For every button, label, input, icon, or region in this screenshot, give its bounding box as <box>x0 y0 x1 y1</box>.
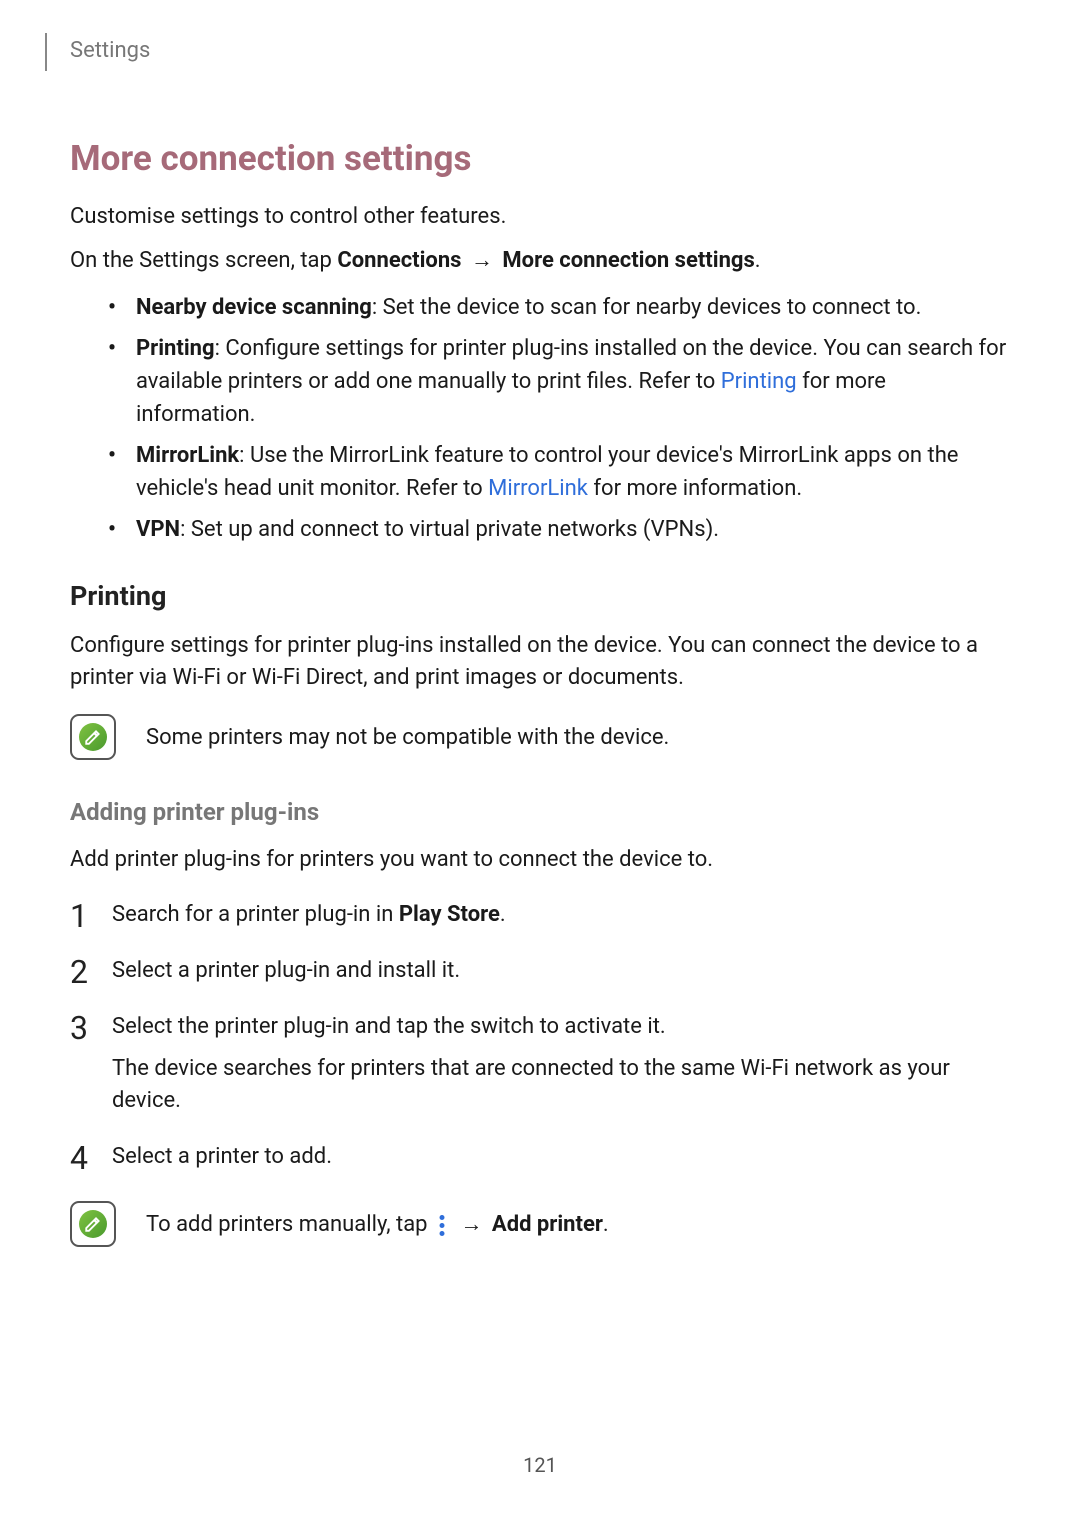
plugin-description: Add printer plug-ins for printers you wa… <box>70 844 1010 876</box>
list-item: Nearby device scanning: Set the device t… <box>108 291 1010 324</box>
step-bold: Play Store <box>399 902 500 927</box>
feature-label: Printing <box>136 336 215 361</box>
feature-list: Nearby device scanning: Set the device t… <box>108 291 1010 546</box>
breadcrumb: Settings <box>70 38 150 63</box>
note-text: Some printers may not be compatible with… <box>146 714 669 754</box>
feature-text: : Set the device to scan for nearby devi… <box>372 295 922 320</box>
step-sub-text: The device searches for printers that ar… <box>112 1053 1010 1117</box>
note-icon <box>70 714 116 760</box>
step-text: Select the printer plug-in and tap the s… <box>112 1014 666 1039</box>
list-item: VPN: Set up and connect to virtual priva… <box>108 513 1010 546</box>
printing-description: Configure settings for printer plug-ins … <box>70 630 1010 694</box>
list-item: MirrorLink: Use the MirrorLink feature t… <box>108 439 1010 505</box>
nav-item-connections: Connections <box>337 248 461 273</box>
arrow-icon: → <box>467 248 497 273</box>
section-title: More connection settings <box>70 138 1010 179</box>
add-printer-label: Add printer <box>492 1212 603 1237</box>
nav-item-more-connection: More connection settings <box>502 248 754 273</box>
page-number: 121 <box>0 1453 1080 1477</box>
arrow-icon: → <box>456 1212 486 1237</box>
note-block: Some printers may not be compatible with… <box>70 714 1010 760</box>
feature-label: MirrorLink <box>136 443 239 468</box>
link-printing[interactable]: Printing <box>721 369 797 394</box>
link-mirrorlink[interactable]: MirrorLink <box>488 476 588 501</box>
step-text: . <box>500 902 506 927</box>
printing-heading: Printing <box>70 580 1010 612</box>
intro-paragraph: Customise settings to control other feat… <box>70 201 1010 233</box>
feature-text: for more information. <box>588 476 802 501</box>
nav-suffix: . <box>755 248 761 273</box>
step-item: Select a printer to add. <box>70 1141 1010 1173</box>
step-item: Search for a printer plug-in in Play Sto… <box>70 899 1010 931</box>
note-icon <box>70 1201 116 1247</box>
navigation-instruction: On the Settings screen, tap Connections … <box>70 245 1010 277</box>
header-divider <box>45 33 47 71</box>
note-suffix: . <box>603 1212 609 1237</box>
nav-prefix: On the Settings screen, tap <box>70 248 337 273</box>
note-text: To add printers manually, tap → Add prin… <box>146 1201 609 1241</box>
feature-label: Nearby device scanning <box>136 295 372 320</box>
pencil-icon <box>79 723 107 751</box>
feature-label: VPN <box>136 517 180 542</box>
step-item: Select a printer plug-in and install it. <box>70 955 1010 987</box>
step-item: Select the printer plug-in and tap the s… <box>70 1011 1010 1117</box>
list-item: Printing: Configure settings for printer… <box>108 332 1010 431</box>
pencil-icon <box>79 1210 107 1238</box>
note-prefix: To add printers manually, tap <box>146 1212 433 1237</box>
steps-list: Search for a printer plug-in in Play Sto… <box>70 899 1010 1172</box>
step-text: Search for a printer plug-in in <box>112 902 399 927</box>
more-options-icon <box>435 1214 449 1236</box>
step-text: Select a printer plug-in and install it. <box>112 958 460 983</box>
plugin-heading: Adding printer plug-ins <box>70 798 1010 826</box>
step-text: Select a printer to add. <box>112 1144 332 1169</box>
note-block: To add printers manually, tap → Add prin… <box>70 1201 1010 1247</box>
page-header: Settings <box>70 38 1010 68</box>
feature-text: : Set up and connect to virtual private … <box>180 517 719 542</box>
